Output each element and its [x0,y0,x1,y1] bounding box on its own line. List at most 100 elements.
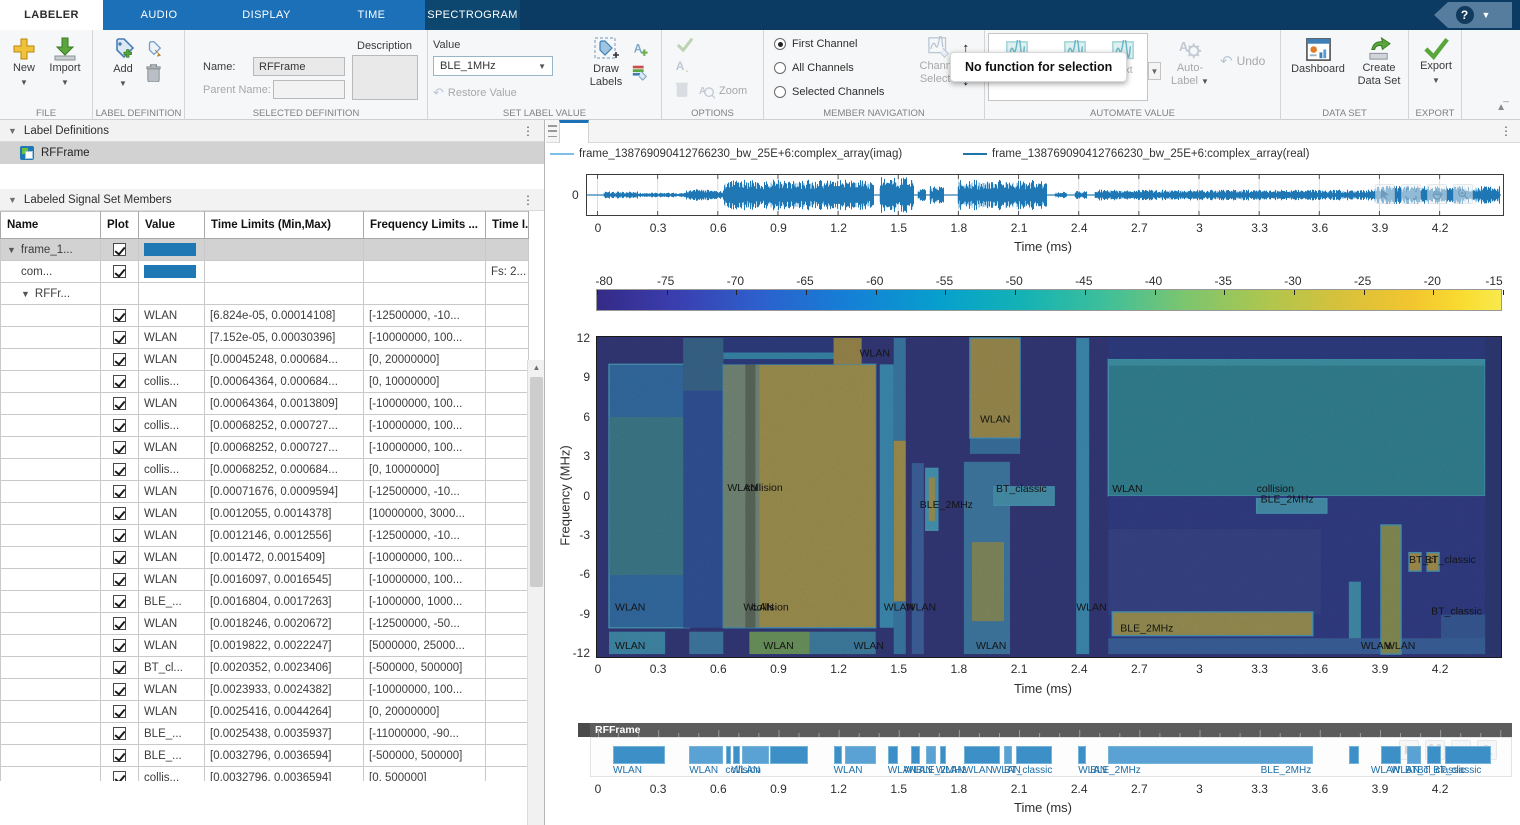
plot-checkbox[interactable] [113,243,126,256]
plot-checkbox[interactable] [113,749,126,762]
label-segment[interactable] [1445,746,1491,764]
label-segment[interactable] [742,746,769,764]
plot-checkbox[interactable] [113,727,126,740]
strip-track[interactable]: WLANWLANcollisionWLANWLANWLANWLANBLE_2MH… [590,737,1512,777]
tab-spectrogram[interactable]: SPECTROGRAM [425,0,520,30]
label-segment[interactable] [1004,746,1012,764]
tree-caret-icon[interactable]: ▼ [7,245,16,255]
table-row[interactable]: WLAN[0.00068252, 0.000727...[-10000000, … [1,437,529,459]
value-color-bar[interactable] [144,243,196,256]
members-header[interactable]: ▼ Labeled Signal Set Members ⋮ [0,189,544,211]
plot-checkbox[interactable] [113,639,126,652]
label-definitions-menu-icon[interactable]: ⋮ [522,124,534,138]
tab-display[interactable]: DISPLAY [215,0,318,30]
plot-checkbox[interactable] [113,507,126,520]
table-row[interactable]: BLE_...[0.0032796, 0.0036594][-500000, 5… [1,745,529,767]
axes-toolbar[interactable] [1375,184,1473,204]
plot-checkbox[interactable] [113,661,126,674]
radio-all-channels[interactable]: All Channels [774,62,854,74]
table-row[interactable]: ▼RFFr... [1,283,529,305]
cursor-icon[interactable] [1375,184,1395,204]
table-row[interactable]: WLAN[0.0019822, 0.0022247][5000000, 2500… [1,635,529,657]
add-label-definition-button[interactable]: Add▼ [105,36,141,90]
display-tab[interactable] [559,120,589,143]
tree-caret-icon[interactable]: ▼ [21,289,30,299]
plot-checkbox[interactable] [113,683,126,696]
label-segment[interactable] [926,746,936,764]
plot-checkbox[interactable] [113,529,126,542]
column-header[interactable]: Frequency Limits ... [364,212,486,239]
table-row[interactable]: WLAN[0.0025416, 0.0044264][0, 20000000] [1,701,529,723]
expand-icon[interactable] [1401,184,1421,204]
table-row[interactable]: WLAN[0.0012055, 0.0014378][10000000, 300… [1,503,529,525]
plot-checkbox[interactable] [113,463,126,476]
auto-label-button[interactable]: A Auto- Label ▼ [1170,36,1210,88]
collapse-caret-icon[interactable]: ▼ [8,126,17,136]
help-caret-icon[interactable]: ▼ [1482,10,1491,20]
plot-checkbox[interactable] [113,441,126,454]
label-definition-item-rfframe[interactable]: RFFrame [0,142,544,164]
column-header[interactable]: Value [139,212,205,239]
description-field[interactable] [352,55,418,100]
label-segment[interactable] [689,746,723,764]
zoom-in-icon[interactable] [1453,184,1473,204]
table-row[interactable]: WLAN[0.00045248, 0.000684...[0, 20000000… [1,349,529,371]
column-header[interactable]: Plot [101,212,139,239]
label-segment[interactable] [1078,746,1086,764]
column-header[interactable]: Time Limits (Min,Max) [205,212,364,239]
table-row[interactable]: collis...[0.0032796, 0.0036594][0, 50000… [1,767,529,782]
plot-checkbox[interactable] [113,573,126,586]
label-definitions-header[interactable]: ▼ Label Definitions ⋮ [0,120,544,142]
table-row[interactable]: BT_cl...[0.0020352, 0.0023406][-500000, … [1,657,529,679]
table-row[interactable]: ▼frame_1... [1,239,529,261]
table-row[interactable]: WLAN[6.824e-05, 0.00014108][-12500000, -… [1,305,529,327]
table-row[interactable]: com...Fs: 2... [1,261,529,283]
undo-button[interactable]: ↶ Undo [1220,52,1265,70]
column-header[interactable]: Time I. [486,212,529,239]
create-data-set-button[interactable]: Create Data Set [1353,36,1405,88]
tab-labeler[interactable]: LABELER [0,0,103,30]
label-segment[interactable] [1016,746,1052,764]
gallery-expand-button[interactable]: ▼ [1148,62,1161,80]
plot-checkbox[interactable] [113,419,126,432]
table-row[interactable]: WLAN[0.00071676, 0.0009594][-12500000, -… [1,481,529,503]
column-header[interactable]: Name [1,212,101,239]
table-row[interactable]: WLAN[7.152e-05, 0.00030396][-10000000, 1… [1,327,529,349]
collapse-caret-icon[interactable]: ▼ [8,195,17,205]
label-segment[interactable] [1427,746,1441,764]
label-segment[interactable] [940,746,946,764]
table-row[interactable]: collis...[0.00068252, 0.000684...[0, 100… [1,459,529,481]
label-segment[interactable] [834,746,842,764]
table-row[interactable]: WLAN[0.001472, 0.0015409][-10000000, 100… [1,547,529,569]
add-sublabel-value-button[interactable]: A [631,40,649,63]
table-row[interactable]: collis...[0.00064364, 0.000684...[0, 100… [1,371,529,393]
waveform-plot[interactable] [586,174,1504,216]
label-segment[interactable] [911,746,920,764]
table-row[interactable]: BLE_...[0.0016804, 0.0017263][-1000000, … [1,591,529,613]
table-row[interactable]: collis...[0.00068252, 0.000727...[-10000… [1,415,529,437]
accept-button[interactable] [676,36,694,57]
delete-value-button[interactable] [674,79,690,102]
display-menu-icon[interactable]: ⋮ [1500,124,1512,138]
help-icon[interactable]: ? [1456,6,1474,24]
table-row[interactable]: WLAN[0.0023933, 0.0024382][-10000000, 10… [1,679,529,701]
plot-checkbox[interactable] [113,331,126,344]
members-menu-icon[interactable]: ⋮ [522,193,534,207]
label-colors-button[interactable] [631,63,649,86]
label-segment[interactable] [770,746,807,764]
label-segment[interactable] [964,746,1000,764]
label-segment[interactable] [1108,746,1313,764]
value-color-bar[interactable] [144,265,196,278]
panel-grip-icon[interactable] [548,125,557,137]
label-segment[interactable] [1349,746,1359,764]
table-vertical-scrollbar[interactable]: ▲ ▼ [527,360,544,825]
edit-value-button[interactable]: A [674,57,691,79]
value-dropdown[interactable]: BLE_1MHz▼ [433,56,553,76]
restore-value-button[interactable]: ↶ Restore Value [433,85,517,101]
edit-label-definition-button[interactable] [145,40,163,63]
plot-checkbox[interactable] [113,353,126,366]
plot-checkbox[interactable] [113,485,126,498]
table-row[interactable]: WLAN[0.0016097, 0.0016545][-10000000, 10… [1,569,529,591]
label-segment[interactable] [733,746,740,764]
zoom-button[interactable]: A Zoom [698,82,747,99]
